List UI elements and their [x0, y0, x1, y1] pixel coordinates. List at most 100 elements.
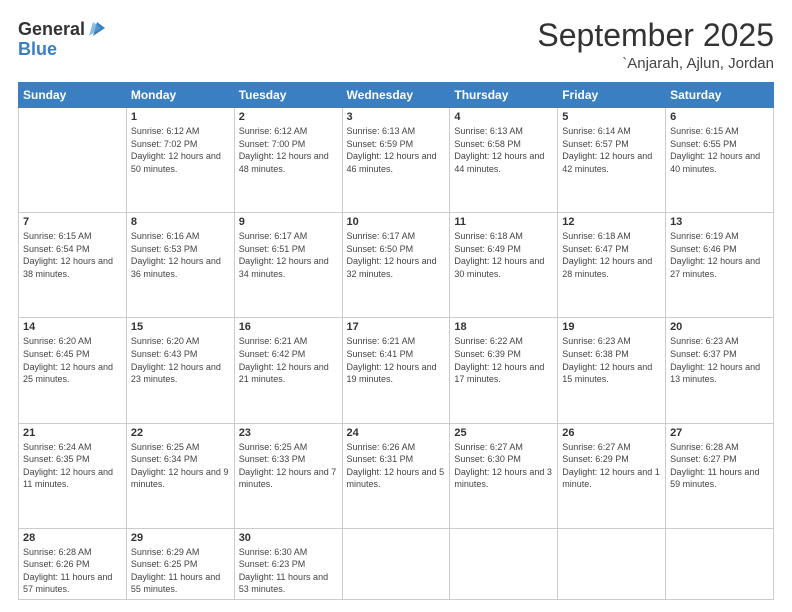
day-number: 10 — [347, 216, 446, 228]
day-info: Sunrise: 6:23 AM Sunset: 6:38 PM Dayligh… — [562, 335, 661, 385]
table-cell: 8 Sunrise: 6:16 AM Sunset: 6:53 PM Dayli… — [126, 213, 234, 318]
day-info: Sunrise: 6:14 AM Sunset: 6:57 PM Dayligh… — [562, 125, 661, 175]
day-number: 2 — [239, 111, 338, 123]
sunrise-text: Sunrise: 6:18 AM — [562, 231, 631, 241]
day-info: Sunrise: 6:12 AM Sunset: 7:00 PM Dayligh… — [239, 125, 338, 175]
table-cell — [19, 108, 127, 213]
sunrise-text: Sunrise: 6:13 AM — [454, 126, 523, 136]
header-monday: Monday — [126, 83, 234, 108]
sunrise-text: Sunrise: 6:25 AM — [131, 442, 200, 452]
day-info: Sunrise: 6:13 AM Sunset: 6:59 PM Dayligh… — [347, 125, 446, 175]
day-info: Sunrise: 6:25 AM Sunset: 6:34 PM Dayligh… — [131, 441, 230, 491]
sunrise-text: Sunrise: 6:30 AM — [239, 547, 308, 557]
sunset-text: Sunset: 6:27 PM — [670, 454, 737, 464]
table-cell: 18 Sunrise: 6:22 AM Sunset: 6:39 PM Dayl… — [450, 318, 558, 423]
day-info: Sunrise: 6:21 AM Sunset: 6:42 PM Dayligh… — [239, 335, 338, 385]
table-cell: 19 Sunrise: 6:23 AM Sunset: 6:38 PM Dayl… — [558, 318, 666, 423]
sunset-text: Sunset: 6:57 PM — [562, 139, 629, 149]
table-cell: 4 Sunrise: 6:13 AM Sunset: 6:58 PM Dayli… — [450, 108, 558, 213]
sunset-text: Sunset: 6:35 PM — [23, 454, 90, 464]
daylight-text: Daylight: 11 hours and 57 minutes. — [23, 572, 112, 595]
table-cell: 27 Sunrise: 6:28 AM Sunset: 6:27 PM Dayl… — [666, 423, 774, 528]
day-info: Sunrise: 6:26 AM Sunset: 6:31 PM Dayligh… — [347, 441, 446, 491]
logo-icon — [87, 18, 109, 40]
header-thursday: Thursday — [450, 83, 558, 108]
table-cell: 5 Sunrise: 6:14 AM Sunset: 6:57 PM Dayli… — [558, 108, 666, 213]
sunset-text: Sunset: 6:33 PM — [239, 454, 306, 464]
day-info: Sunrise: 6:24 AM Sunset: 6:35 PM Dayligh… — [23, 441, 122, 491]
sunrise-text: Sunrise: 6:15 AM — [23, 231, 92, 241]
table-cell: 6 Sunrise: 6:15 AM Sunset: 6:55 PM Dayli… — [666, 108, 774, 213]
header-sunday: Sunday — [19, 83, 127, 108]
day-number: 17 — [347, 321, 446, 333]
day-info: Sunrise: 6:27 AM Sunset: 6:29 PM Dayligh… — [562, 441, 661, 491]
day-info: Sunrise: 6:21 AM Sunset: 6:41 PM Dayligh… — [347, 335, 446, 385]
sunset-text: Sunset: 7:02 PM — [131, 139, 198, 149]
day-number: 16 — [239, 321, 338, 333]
sunrise-text: Sunrise: 6:21 AM — [239, 336, 308, 346]
daylight-text: Daylight: 12 hours and 21 minutes. — [239, 362, 329, 385]
day-number: 11 — [454, 216, 553, 228]
sunset-text: Sunset: 6:38 PM — [562, 349, 629, 359]
sunset-text: Sunset: 6:23 PM — [239, 559, 306, 569]
sunrise-text: Sunrise: 6:24 AM — [23, 442, 92, 452]
week-row-3: 21 Sunrise: 6:24 AM Sunset: 6:35 PM Dayl… — [19, 423, 774, 528]
day-number: 15 — [131, 321, 230, 333]
day-number: 7 — [23, 216, 122, 228]
sunrise-text: Sunrise: 6:27 AM — [562, 442, 631, 452]
table-cell: 14 Sunrise: 6:20 AM Sunset: 6:45 PM Dayl… — [19, 318, 127, 423]
day-number: 25 — [454, 427, 553, 439]
day-info: Sunrise: 6:28 AM Sunset: 6:27 PM Dayligh… — [670, 441, 769, 491]
sunset-text: Sunset: 6:49 PM — [454, 244, 521, 254]
sunset-text: Sunset: 7:00 PM — [239, 139, 306, 149]
day-info: Sunrise: 6:28 AM Sunset: 6:26 PM Dayligh… — [23, 546, 122, 596]
day-number: 27 — [670, 427, 769, 439]
day-info: Sunrise: 6:23 AM Sunset: 6:37 PM Dayligh… — [670, 335, 769, 385]
sunset-text: Sunset: 6:46 PM — [670, 244, 737, 254]
sunset-text: Sunset: 6:51 PM — [239, 244, 306, 254]
daylight-text: Daylight: 12 hours and 25 minutes. — [23, 362, 113, 385]
sunset-text: Sunset: 6:31 PM — [347, 454, 414, 464]
sunrise-text: Sunrise: 6:17 AM — [347, 231, 416, 241]
logo: General Blue — [18, 18, 109, 60]
daylight-text: Daylight: 12 hours and 38 minutes. — [23, 256, 113, 279]
sunrise-text: Sunrise: 6:15 AM — [670, 126, 739, 136]
day-info: Sunrise: 6:20 AM Sunset: 6:43 PM Dayligh… — [131, 335, 230, 385]
sunset-text: Sunset: 6:50 PM — [347, 244, 414, 254]
header-tuesday: Tuesday — [234, 83, 342, 108]
day-number: 13 — [670, 216, 769, 228]
day-number: 9 — [239, 216, 338, 228]
day-number: 14 — [23, 321, 122, 333]
table-cell: 17 Sunrise: 6:21 AM Sunset: 6:41 PM Dayl… — [342, 318, 450, 423]
sunset-text: Sunset: 6:42 PM — [239, 349, 306, 359]
sunrise-text: Sunrise: 6:23 AM — [670, 336, 739, 346]
day-info: Sunrise: 6:13 AM Sunset: 6:58 PM Dayligh… — [454, 125, 553, 175]
day-info: Sunrise: 6:25 AM Sunset: 6:33 PM Dayligh… — [239, 441, 338, 491]
day-number: 5 — [562, 111, 661, 123]
header: General Blue September 2025 `Anjarah, Aj… — [18, 18, 774, 72]
day-info: Sunrise: 6:17 AM Sunset: 6:50 PM Dayligh… — [347, 230, 446, 280]
day-number: 26 — [562, 427, 661, 439]
table-cell: 20 Sunrise: 6:23 AM Sunset: 6:37 PM Dayl… — [666, 318, 774, 423]
table-cell — [666, 528, 774, 599]
table-cell: 12 Sunrise: 6:18 AM Sunset: 6:47 PM Dayl… — [558, 213, 666, 318]
sunset-text: Sunset: 6:37 PM — [670, 349, 737, 359]
sunrise-text: Sunrise: 6:20 AM — [23, 336, 92, 346]
daylight-text: Daylight: 12 hours and 30 minutes. — [454, 256, 544, 279]
table-cell: 1 Sunrise: 6:12 AM Sunset: 7:02 PM Dayli… — [126, 108, 234, 213]
month-title: September 2025 — [537, 18, 774, 53]
sunset-text: Sunset: 6:43 PM — [131, 349, 198, 359]
sunset-text: Sunset: 6:26 PM — [23, 559, 90, 569]
sunset-text: Sunset: 6:34 PM — [131, 454, 198, 464]
sunrise-text: Sunrise: 6:17 AM — [239, 231, 308, 241]
sunrise-text: Sunrise: 6:20 AM — [131, 336, 200, 346]
sunrise-text: Sunrise: 6:14 AM — [562, 126, 631, 136]
daylight-text: Daylight: 12 hours and 27 minutes. — [670, 256, 760, 279]
sunset-text: Sunset: 6:53 PM — [131, 244, 198, 254]
table-cell: 29 Sunrise: 6:29 AM Sunset: 6:25 PM Dayl… — [126, 528, 234, 599]
daylight-text: Daylight: 12 hours and 46 minutes. — [347, 151, 437, 174]
sunrise-text: Sunrise: 6:23 AM — [562, 336, 631, 346]
week-row-4: 28 Sunrise: 6:28 AM Sunset: 6:26 PM Dayl… — [19, 528, 774, 599]
day-number: 18 — [454, 321, 553, 333]
daylight-text: Daylight: 12 hours and 11 minutes. — [23, 467, 113, 490]
